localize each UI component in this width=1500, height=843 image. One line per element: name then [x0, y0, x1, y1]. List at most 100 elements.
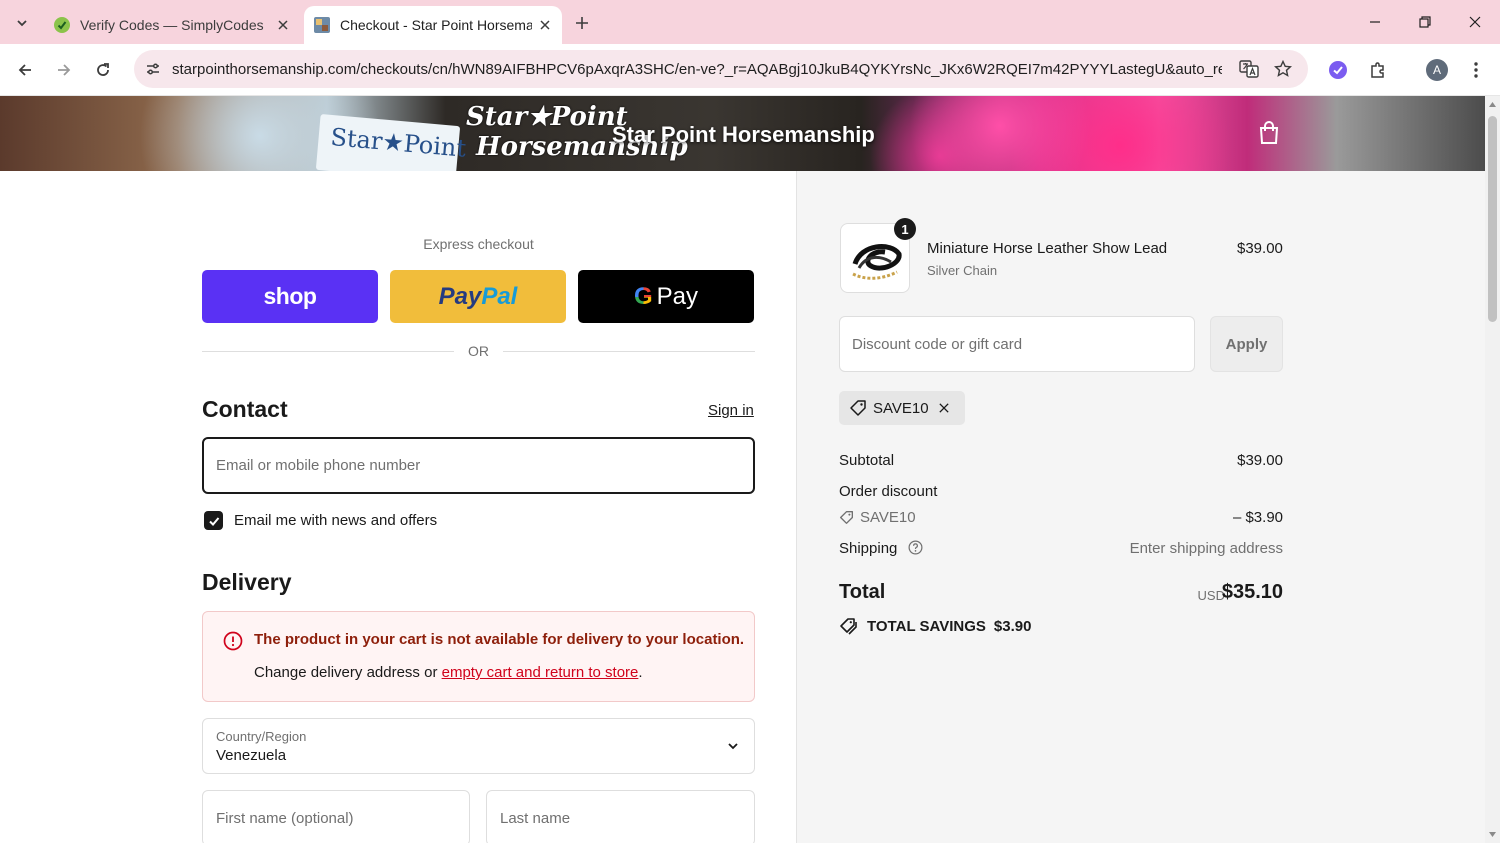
country-value: Venezuela	[216, 747, 287, 764]
paypal-label-part1: Pay	[438, 282, 482, 310]
scrollbar-thumb[interactable]	[1488, 116, 1497, 322]
checkout-main: Express checkout shop Pay Pal G Pay OR Con…	[0, 171, 797, 843]
paypal-button[interactable]: Pay Pal	[390, 270, 566, 323]
country-label: Country/Region	[216, 729, 307, 744]
newsletter-label[interactable]: Email me with news and offers	[234, 512, 437, 529]
apply-button[interactable]: Apply	[1210, 316, 1283, 372]
country-select[interactable]: Country/Region Venezuela	[202, 718, 755, 774]
contact-heading: Contact	[202, 396, 288, 422]
newsletter-checkbox[interactable]	[204, 511, 223, 530]
product-price: $39.00	[1237, 240, 1283, 257]
product-name: Miniature Horse Leather Show Lead	[927, 240, 1168, 257]
close-window-button[interactable]	[1452, 6, 1498, 38]
checkmark-icon	[208, 516, 219, 526]
shipping-value: Enter shipping address	[1129, 540, 1283, 557]
tags-icon	[840, 618, 857, 635]
alert-title: The product in your cart is not availabl…	[254, 631, 745, 648]
translate-icon	[1239, 60, 1259, 78]
savings-label: TOTAL SAVINGS	[867, 617, 986, 635]
store-name[interactable]: Star Point Horsemanship	[612, 122, 875, 148]
empty-cart-link[interactable]: empty cart and return to store	[442, 664, 639, 681]
order-discount-label: Order discount	[839, 483, 938, 500]
page-scrollbar[interactable]	[1485, 96, 1500, 843]
browser-tab-strip: Verify Codes — SimplyCodes Checkout - St…	[0, 0, 1500, 44]
store-header-banner: Star★Point Star★Point Horsemanship Star …	[0, 96, 1485, 171]
error-circle-icon	[223, 631, 243, 651]
shop-pay-label: shop	[263, 283, 317, 309]
translate-button[interactable]	[1234, 54, 1264, 84]
discount-code-field[interactable]	[839, 316, 1195, 372]
alert-suffix: .	[638, 664, 643, 681]
google-g-icon: G	[633, 282, 653, 310]
reload-button[interactable]	[88, 55, 118, 85]
restore-button[interactable]	[1402, 6, 1448, 38]
shipping-label: Shipping	[839, 540, 898, 557]
delivery-error-banner: The product in your cart is not availabl…	[202, 611, 755, 702]
chevron-down-icon	[728, 743, 738, 750]
scroll-up-icon[interactable]	[1488, 100, 1497, 109]
applied-code-chip: SAVE10	[839, 391, 965, 425]
discount-code-row: SAVE10 – $3.90	[839, 509, 1283, 529]
extensions-menu-button[interactable]	[1363, 55, 1393, 85]
page-viewport: Star★Point Star★Point Horsemanship Star …	[0, 96, 1485, 843]
bookmark-button[interactable]	[1268, 54, 1298, 84]
total-row: Total USD $35.10	[839, 581, 1283, 611]
remove-code-button[interactable]	[938, 400, 955, 416]
puzzle-icon	[1371, 62, 1384, 78]
last-name-field[interactable]	[486, 790, 755, 843]
chevron-down-icon	[17, 20, 27, 27]
shipping-row: Shipping Enter shipping address	[839, 540, 1283, 557]
tab-title: Checkout - Star Point Horsemanship	[340, 17, 532, 33]
forward-button[interactable]	[49, 55, 79, 85]
tag-icon	[850, 400, 866, 416]
google-pay-button[interactable]: G Pay	[578, 270, 754, 323]
reload-icon	[97, 63, 109, 76]
tab-search-button[interactable]	[8, 9, 36, 37]
delivery-heading: Delivery	[202, 569, 292, 595]
shopping-bag-icon[interactable]	[1256, 120, 1282, 146]
banner-card-text: Star★Point	[329, 123, 468, 163]
sign-in-link[interactable]: Sign in	[708, 402, 754, 419]
close-icon[interactable]	[532, 12, 558, 38]
store-favicon	[314, 17, 330, 33]
help-icon[interactable]	[908, 540, 923, 555]
extension-button[interactable]	[1323, 55, 1353, 85]
avatar: A	[1426, 59, 1448, 81]
tag-icon	[840, 511, 853, 524]
scroll-down-icon[interactable]	[1488, 830, 1497, 839]
shop-pay-button[interactable]: shop	[202, 270, 378, 323]
paypal-label-part2: Pal	[481, 282, 518, 310]
email-field[interactable]	[202, 437, 755, 494]
close-icon	[1469, 16, 1481, 28]
tab-title: Verify Codes — SimplyCodes	[80, 17, 264, 33]
star-icon	[1274, 60, 1292, 77]
express-checkout-label: Express checkout	[423, 236, 534, 252]
browser-menu-button[interactable]	[1461, 55, 1491, 85]
total-label: Total	[839, 581, 886, 603]
total-savings: TOTAL SAVINGS $3.90	[839, 617, 1031, 635]
banner-card: Star★Point	[315, 114, 467, 171]
first-name-field[interactable]	[202, 790, 470, 843]
new-tab-button[interactable]	[568, 9, 596, 37]
browser-toolbar: starpointhorsemanship.com/checkouts/cn/h…	[0, 44, 1500, 96]
site-settings-icon[interactable]	[136, 50, 170, 88]
or-divider: OR	[202, 341, 755, 361]
close-icon[interactable]	[270, 12, 296, 38]
profile-button[interactable]: A	[1422, 55, 1452, 85]
product-variant: Silver Chain	[927, 263, 998, 278]
tab-checkout[interactable]: Checkout - Star Point Horsemanship	[304, 6, 562, 44]
alert-prefix: Change delivery address or	[254, 664, 442, 681]
simplycodes-favicon	[54, 17, 70, 33]
simplycodes-extension-icon	[1329, 61, 1347, 79]
subtotal-label: Subtotal	[839, 452, 895, 469]
savings-value: $3.90	[993, 617, 1032, 635]
plus-icon	[576, 17, 588, 29]
address-bar[interactable]: starpointhorsemanship.com/checkouts/cn/h…	[134, 50, 1308, 88]
quantity-badge: 1	[894, 218, 916, 240]
tab-simplycodes[interactable]: Verify Codes — SimplyCodes	[44, 6, 300, 44]
back-button[interactable]	[10, 55, 40, 85]
minimize-button[interactable]	[1352, 6, 1398, 38]
url-text: starpointhorsemanship.com/checkouts/cn/h…	[172, 60, 1222, 78]
minimize-icon	[1370, 21, 1380, 23]
discount-value: – $3.90	[1232, 509, 1283, 526]
